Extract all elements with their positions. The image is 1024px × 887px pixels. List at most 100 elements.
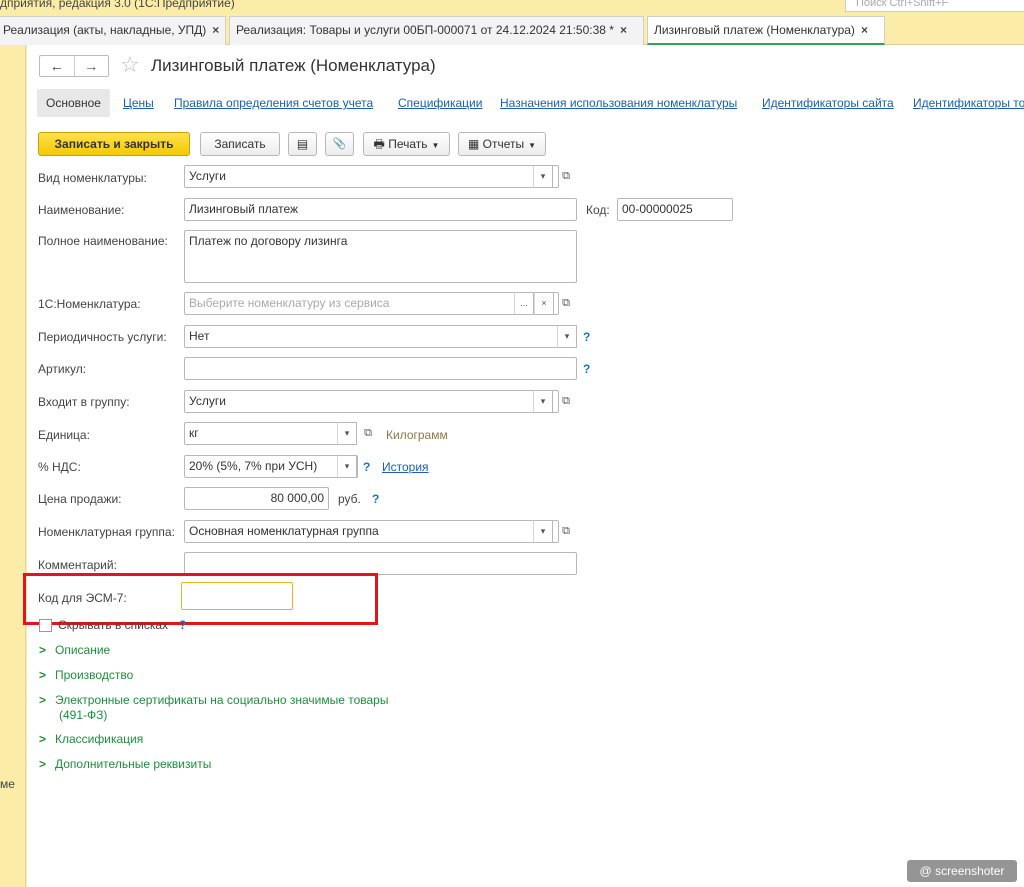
open-icon[interactable]: ⧉ — [557, 520, 575, 543]
comment-field[interactable] — [184, 552, 577, 575]
clear-icon[interactable]: × — [534, 292, 554, 315]
nav-link-main[interactable]: Основное — [37, 89, 110, 117]
tab-realization-doc[interactable]: Реализация: Товары и услуги 00БП-000071 … — [229, 16, 644, 45]
nav-link-usage-assignments[interactable]: Назначения использования номенклатуры — [500, 89, 737, 117]
section-social-certificates[interactable]: > Электронные сертификаты на социально зн… — [39, 693, 388, 707]
screenshoter-watermark: @ screenshoter — [907, 860, 1017, 882]
dropdown-arrow-icon[interactable]: ▾ — [533, 520, 553, 543]
history-nav: ← → — [39, 55, 109, 77]
period-label: Периодичность услуги: — [38, 330, 167, 344]
vat-history-link[interactable]: История — [382, 460, 429, 474]
section-description[interactable]: > Описание — [39, 643, 110, 657]
nav-link-account-rules[interactable]: Правила определения счетов учета — [174, 89, 373, 117]
tab-leasing-payment[interactable]: Лизинговый платеж (Номенклатура) × — [647, 16, 885, 45]
tab-label: Лизинговый платеж (Номенклатура) — [654, 23, 855, 37]
tab-bar: Реализация (акты, накладные, УПД) × Реали… — [0, 13, 1024, 45]
dropdown-arrow-icon[interactable]: ▾ — [337, 455, 357, 478]
vid-label: Вид номенклатуры: — [38, 171, 147, 185]
nomgroup-field[interactable]: Основная номенклатурная группа — [184, 520, 559, 543]
section-social-certificates-line2: (491-ФЗ) — [59, 708, 108, 722]
help-icon[interactable]: ? — [363, 460, 370, 474]
vat-field[interactable]: 20% (5%, 7% при УСН) — [184, 455, 358, 478]
nom1c-field[interactable]: Выберите номенклатуру из сервиса — [184, 292, 559, 315]
chevron-right-icon: > — [39, 732, 47, 746]
vid-field[interactable]: Услуги — [184, 165, 559, 188]
price-field[interactable]: 80 000,00 — [184, 487, 329, 510]
section-additional-attributes[interactable]: > Дополнительные реквизиты — [39, 757, 211, 771]
nav-link-specifications[interactable]: Спецификации — [398, 89, 482, 117]
tab-realization-list[interactable]: Реализация (акты, накладные, УПД) × — [0, 16, 226, 45]
name-field[interactable]: Лизинговый платеж — [184, 198, 577, 221]
full-name-field[interactable]: Платеж по договору лизинга — [184, 230, 577, 283]
page-title: Лизинговый платеж (Номенклатура) — [151, 56, 436, 75]
favorite-star-icon[interactable]: ☆ — [120, 53, 140, 77]
code-label: Код: — [586, 203, 610, 217]
help-icon[interactable]: ? — [372, 492, 379, 506]
full-name-label: Полное наименование: — [38, 234, 168, 248]
price-label: Цена продажи: — [38, 492, 122, 506]
chevron-right-icon: > — [39, 643, 47, 657]
help-icon[interactable]: ? — [179, 618, 186, 632]
close-icon[interactable]: × — [620, 23, 627, 37]
comment-label: Комментарий: — [38, 558, 117, 572]
dropdown-arrow-icon[interactable]: ▾ — [533, 390, 553, 413]
open-icon[interactable]: ⧉ — [557, 165, 575, 188]
name-label: Наименование: — [38, 203, 125, 217]
help-icon[interactable]: ? — [583, 362, 590, 376]
dropdown-arrow-icon[interactable]: ▾ — [533, 165, 553, 188]
period-field[interactable]: Нет — [184, 325, 577, 348]
form-area: ← → ☆ Лизинговый платеж (Номенклатура) О… — [23, 45, 1024, 887]
attach-icon[interactable]: 📎 — [325, 132, 354, 156]
forward-button[interactable]: → — [75, 56, 109, 76]
open-icon[interactable]: ⧉ — [557, 390, 575, 413]
hide-in-lists-checkbox[interactable] — [39, 619, 52, 632]
ellipsis-icon[interactable]: ... — [514, 292, 534, 315]
nav-link-site-ids[interactable]: Идентификаторы сайта — [762, 89, 894, 117]
close-icon[interactable]: × — [861, 23, 868, 37]
chevron-right-icon: > — [39, 668, 47, 682]
open-icon[interactable]: ⧉ — [359, 422, 377, 445]
dropdown-arrow-icon[interactable]: ▾ — [557, 325, 577, 348]
window-titlebar: дприятия, редакция 3.0 (1С:Предприятие) … — [0, 0, 1024, 13]
group-label: Входит в группу: — [38, 395, 130, 409]
printer-icon: 🖶 — [373, 137, 389, 151]
section-production[interactable]: > Производство — [39, 668, 133, 682]
code-field[interactable]: 00-00000025 — [617, 198, 733, 221]
help-icon[interactable]: ? — [583, 330, 590, 344]
chevron-right-icon: > — [39, 757, 47, 771]
nom1c-label: 1С:Номенклатура: — [38, 297, 141, 311]
dropdown-arrow-icon[interactable]: ▾ — [337, 422, 357, 445]
window-title: дприятия, редакция 3.0 (1С:Предприятие) — [0, 0, 235, 10]
left-panel: ме — [0, 45, 26, 887]
article-label: Артикул: — [38, 362, 87, 376]
vat-label: % НДС: — [38, 460, 81, 474]
reports-label: Отчеты — [482, 137, 525, 151]
save-and-close-button[interactable]: Записать и закрыть — [38, 132, 190, 156]
open-icon[interactable]: ⧉ — [557, 292, 575, 315]
nav-link-prices[interactable]: Цены — [123, 89, 154, 117]
global-search-input[interactable]: Поиск Ctrl+Shift+F — [845, 0, 1024, 12]
back-button[interactable]: ← — [40, 56, 75, 76]
article-field[interactable] — [184, 357, 577, 380]
hide-in-lists-label: Скрывать в списках — [58, 618, 169, 632]
report-icon: ▦ — [467, 137, 483, 151]
tab-label: Реализация (акты, накладные, УПД) — [3, 23, 207, 37]
group-field[interactable]: Услуги — [184, 390, 559, 413]
chevron-down-icon: ▼ — [431, 141, 440, 150]
print-button[interactable]: 🖶 Печать ▼ — [363, 132, 450, 156]
left-panel-text: ме — [0, 777, 15, 791]
unit-field[interactable]: кг — [184, 422, 357, 445]
tab-label: Реализация: Товары и услуги 00БП-000071 … — [236, 23, 614, 37]
section-classification[interactable]: > Классификация — [39, 732, 143, 746]
save-button[interactable]: Записать — [200, 132, 280, 156]
chevron-right-icon: > — [39, 693, 47, 707]
nomgroup-label: Номенклатурная группа: — [38, 525, 175, 539]
list-icon[interactable]: ▤ — [288, 132, 317, 156]
chevron-down-icon: ▼ — [528, 141, 537, 150]
reports-button[interactable]: ▦ Отчеты ▼ — [458, 132, 546, 156]
close-icon[interactable]: × — [212, 23, 219, 37]
price-currency: руб. — [338, 492, 361, 506]
nav-link-goods-ids[interactable]: Идентификаторы то — [913, 89, 1024, 117]
unit-label: Единица: — [38, 428, 90, 442]
print-label: Печать — [388, 137, 428, 151]
